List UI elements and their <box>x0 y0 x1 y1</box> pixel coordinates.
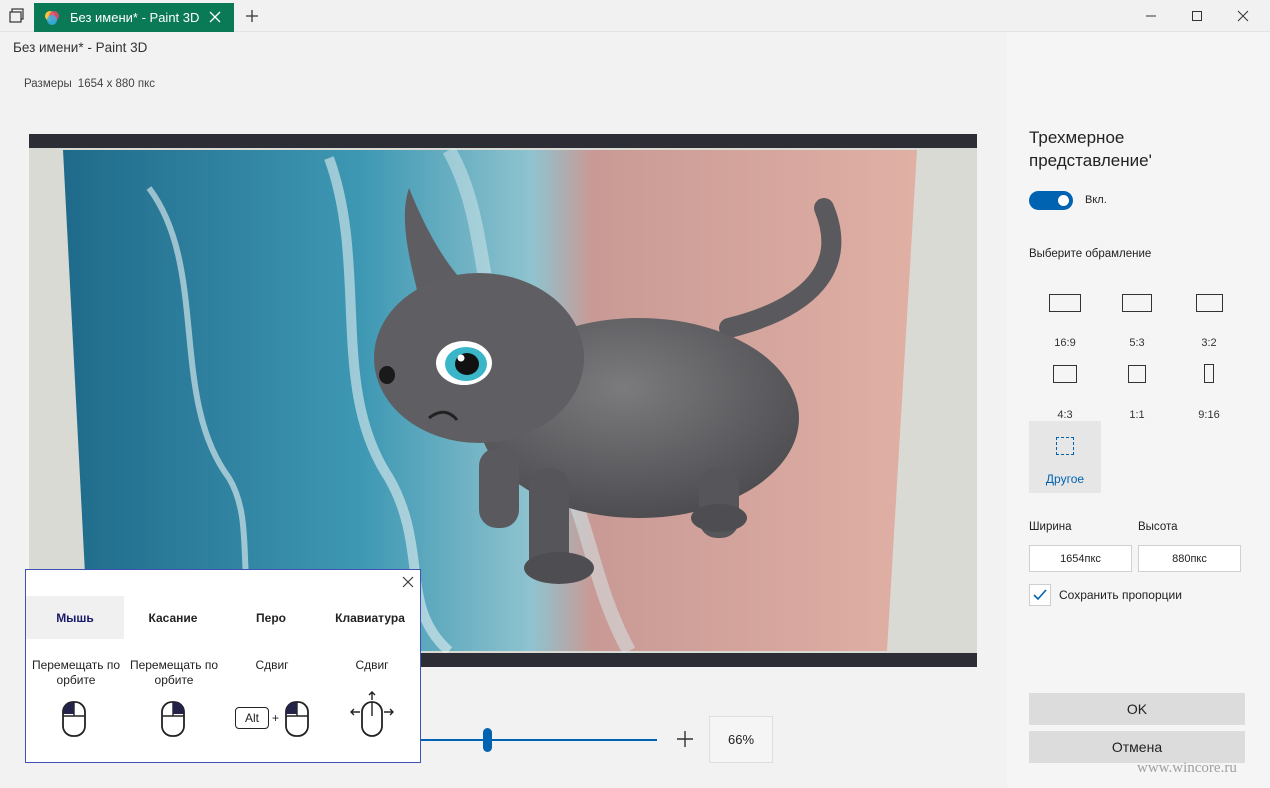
cancel-button[interactable]: Отмена <box>1029 731 1245 763</box>
tab-mouse[interactable]: Мышь <box>26 596 124 639</box>
width-input[interactable]: 1654пкс <box>1029 545 1132 572</box>
plus-sign: + <box>272 711 280 725</box>
ratio-16-9-label: 16:9 <box>1054 337 1076 349</box>
ratio-1-1[interactable]: 1:1 <box>1101 355 1173 427</box>
new-tab-button[interactable] <box>240 0 264 32</box>
dimensions-label: Размеры <box>24 78 72 90</box>
close-icon <box>1237 10 1249 22</box>
dimensions-value: 1654 x 880 пкс <box>77 78 156 90</box>
ratio-5-3[interactable]: 5:3 <box>1101 283 1173 355</box>
maximize-button[interactable] <box>1174 0 1220 32</box>
zoom-value[interactable]: 66% <box>709 716 773 763</box>
ratio-1-1-label: 1:1 <box>1129 409 1145 421</box>
ratio-9-16-label: 9:16 <box>1198 409 1220 421</box>
help-orbit-label-2: Перемещать по орбите <box>129 658 219 687</box>
zoom-slider-track[interactable] <box>420 739 657 741</box>
keep-ratio-checkbox[interactable] <box>1029 584 1051 606</box>
help-pan-label-1: Сдвиг <box>255 658 289 672</box>
canvas-dimensions: Размеры 1654 x 880 пкс <box>24 78 155 90</box>
3d-view-toggle[interactable] <box>1029 191 1073 210</box>
ratio-5-3-label: 5:3 <box>1129 337 1145 349</box>
ratio-4-3[interactable]: 4:3 <box>1029 355 1101 427</box>
ratio-4-3-icon <box>1053 365 1077 383</box>
ratio-3-2[interactable]: 3:2 <box>1173 283 1245 355</box>
ratio-9-16-icon <box>1204 364 1214 383</box>
close-window-button[interactable] <box>1220 0 1266 32</box>
controls-help-popup: Мышь Касание Перо Клавиатура Перемещать … <box>25 569 421 763</box>
paint3d-logo-icon <box>45 10 59 25</box>
mouse-left-click-icon-pan <box>285 701 309 737</box>
mouse-pan-arrows-icon <box>350 691 394 737</box>
tab-touch[interactable]: Касание <box>124 596 222 639</box>
width-label: Ширина <box>1029 521 1072 533</box>
watermark: www.wincore.ru <box>1137 760 1237 776</box>
keep-ratio-label: Сохранить пропорции <box>1059 588 1182 602</box>
help-pan-label-2: Сдвиг <box>355 658 389 672</box>
ratio-5-3-icon <box>1122 294 1152 312</box>
ratio-3-2-icon <box>1195 294 1223 312</box>
checkmark-icon <box>1033 589 1047 601</box>
frame-label: Выберите обрамление <box>1029 248 1152 260</box>
tab-keyboard[interactable]: Клавиатура <box>320 596 420 639</box>
height-input[interactable]: 880пкс <box>1138 545 1241 572</box>
ratio-other-label: Другое <box>1045 472 1085 486</box>
ratio-3-2-label: 3:2 <box>1201 337 1217 349</box>
tab-title: Без имени* - Paint 3D <box>70 10 200 25</box>
ratio-16-9-icon <box>1049 294 1081 312</box>
plus-icon <box>246 10 258 22</box>
ratio-16-9[interactable]: 16:9 <box>1029 283 1101 355</box>
height-label: Высота <box>1138 521 1178 533</box>
zoom-slider-thumb[interactable] <box>483 728 492 752</box>
tab-pen[interactable]: Перо <box>222 596 320 639</box>
toggle-label: Вкл. <box>1085 194 1107 206</box>
help-orbit-label-1: Перемещать по орбите <box>31 658 121 687</box>
mouse-right-click-icon <box>161 701 185 737</box>
minimize-button[interactable] <box>1128 0 1174 32</box>
panel-title: Трехмерное представление' <box>1029 128 1152 170</box>
toggle-knob <box>1058 195 1069 206</box>
alt-key: Alt <box>235 707 269 729</box>
custom-frame-icon <box>1056 437 1074 455</box>
ratio-9-16[interactable]: 9:16 <box>1173 355 1245 427</box>
tab-close-icon[interactable] <box>208 10 222 24</box>
ok-button[interactable]: OK <box>1029 693 1245 725</box>
zoom-in-icon[interactable] <box>676 730 694 748</box>
popup-close-icon[interactable] <box>401 575 415 589</box>
task-view-button[interactable] <box>0 0 34 32</box>
ratio-4-3-label: 4:3 <box>1057 409 1073 421</box>
title-bar: Без имени* - Paint 3D <box>0 0 1270 32</box>
task-view-icon <box>9 8 24 23</box>
mouse-left-click-icon <box>62 701 86 737</box>
minimize-icon <box>1146 15 1156 17</box>
ratio-1-1-icon <box>1128 365 1146 383</box>
maximize-icon <box>1192 11 1202 21</box>
tab-paint3d[interactable]: Без имени* - Paint 3D <box>34 3 234 32</box>
app-title: Без имени* - Paint 3D <box>13 40 148 55</box>
ratio-other[interactable]: Другое <box>1029 421 1101 493</box>
